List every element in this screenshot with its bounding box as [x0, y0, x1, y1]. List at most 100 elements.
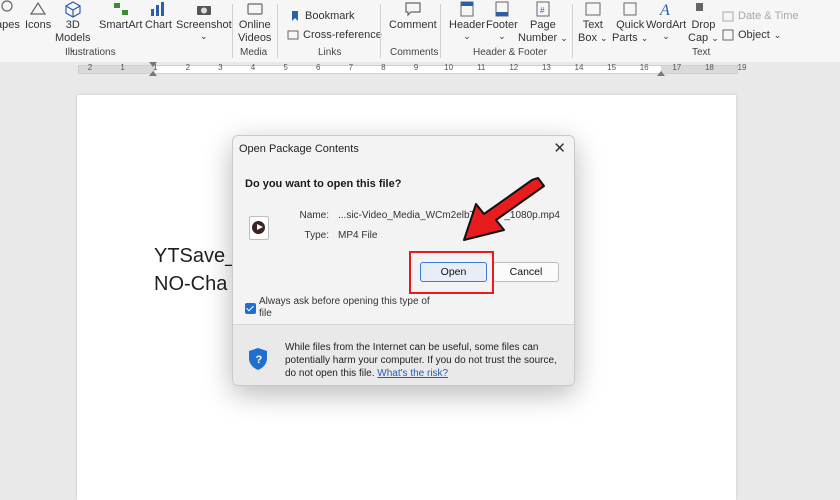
camera-icon	[194, 0, 214, 18]
chevron-down-icon: ⌄	[560, 33, 568, 43]
cancel-button[interactable]: Cancel	[493, 262, 559, 282]
icons-icon	[28, 0, 48, 18]
shield-icon: ?	[249, 348, 267, 370]
footer-button[interactable]: Footer ⌄	[486, 0, 518, 41]
ruler-number: 2	[87, 63, 93, 72]
svg-text:A: A	[659, 2, 670, 18]
calendar-icon	[722, 10, 734, 22]
chevron-down-icon: ⌄	[662, 31, 670, 41]
svg-text:?: ?	[256, 354, 263, 366]
ruler-number: 17	[672, 63, 682, 72]
security-warning-text: While files from the Internet can be use…	[285, 342, 557, 379]
text-box-icon	[583, 0, 603, 18]
dialog-title: Open Package Contents	[239, 143, 359, 155]
comment-icon	[403, 0, 423, 18]
page-number-icon: #	[533, 0, 553, 18]
play-icon	[252, 221, 265, 234]
bookmark-button[interactable]: Bookmark	[289, 10, 355, 22]
chevron-down-icon: ⌄	[773, 29, 782, 40]
group-separator	[380, 4, 381, 58]
object-icon	[722, 29, 734, 41]
smartart-icon	[111, 0, 131, 18]
video-icon	[245, 0, 265, 18]
always-ask-checkbox[interactable]	[245, 303, 256, 314]
ruler-number: 7	[348, 63, 354, 72]
ruler-number: 5	[283, 63, 288, 72]
icons-button[interactable]: Icons	[25, 0, 51, 32]
video-file-icon	[249, 216, 269, 240]
right-indent-marker[interactable]	[657, 71, 665, 76]
chevron-down-icon: ⌄	[600, 33, 608, 43]
chevron-down-icon: ⌄	[711, 33, 719, 43]
ruler-number: 10	[444, 63, 454, 72]
wordart-button[interactable]: A WordArt ⌄	[646, 0, 686, 41]
red-arrow-annotation	[463, 177, 545, 241]
insert-ribbon: apes Icons 3D Models ⌄ SmartArt Chart	[0, 0, 840, 63]
group-separator	[232, 4, 233, 58]
always-ask-label: Always ask before opening this type of f…	[259, 296, 430, 318]
media-group-label: Media	[240, 47, 268, 58]
svg-text:#: #	[540, 6, 545, 15]
comment-button[interactable]: Comment	[389, 0, 437, 32]
text-group-label: Text	[692, 47, 711, 58]
ruler-number: 15	[607, 63, 617, 72]
chart-icon	[148, 0, 168, 18]
open-package-contents-dialog: Open Package Contents ✕ Do you want to o…	[232, 135, 575, 386]
footer-icon	[492, 0, 512, 18]
cross-reference-button[interactable]: Cross-reference	[287, 29, 382, 41]
comments-group-label: Comments	[390, 47, 439, 58]
chevron-down-icon: ⌄	[200, 31, 208, 41]
security-warning-footer: ? While files from the Internet can be u…	[233, 324, 574, 385]
hanging-indent-marker[interactable]	[149, 71, 157, 76]
links-group-label: Links	[318, 47, 342, 58]
ruler-number: 18	[704, 63, 714, 72]
text-box-button[interactable]: Text Box ⌄	[578, 0, 608, 45]
left-indent-marker[interactable]	[149, 62, 157, 67]
document-text-line-2: NO-Cha	[154, 273, 228, 295]
ruler-number: 6	[315, 63, 321, 72]
group-separator	[277, 4, 278, 58]
name-key: Name:	[299, 210, 329, 221]
cross-reference-icon	[287, 29, 299, 41]
3d-models-button[interactable]: 3D Models ⌄	[55, 0, 90, 54]
screenshot-button[interactable]: Screenshot ⌄	[176, 0, 232, 41]
ruler-number: 14	[574, 63, 584, 72]
online-videos-button[interactable]: Online Videos	[238, 0, 271, 45]
smartart-button[interactable]: SmartArt	[99, 0, 142, 32]
ruler-number: 9	[413, 63, 419, 72]
header-icon	[457, 0, 477, 18]
file-type-value: MP4 File	[338, 230, 378, 241]
illustrations-group-label: Illustrations	[65, 47, 116, 58]
object-button[interactable]: Object ⌄	[722, 29, 781, 41]
shapes-button[interactable]: apes	[0, 0, 20, 32]
quick-parts-button[interactable]: Quick Parts ⌄	[612, 0, 648, 45]
header-button[interactable]: Header ⌄	[449, 0, 485, 41]
whats-the-risk-link[interactable]: What's the risk?	[377, 368, 448, 379]
drop-cap-button[interactable]: Drop Cap ⌄	[688, 0, 719, 45]
date-time-button[interactable]: Date & Time	[722, 10, 799, 22]
ruler-number: 4	[250, 63, 256, 72]
close-icon[interactable]: ✕	[553, 139, 566, 157]
drop-cap-icon	[693, 0, 713, 18]
ruler-number: 2	[185, 63, 191, 72]
header-footer-group-label: Header & Footer	[473, 47, 547, 58]
page-number-button[interactable]: # Page Number ⌄	[518, 0, 568, 45]
chevron-down-icon: ⌄	[463, 31, 471, 41]
group-separator	[572, 4, 573, 58]
ruler-number: 16	[639, 63, 649, 72]
quick-parts-icon	[620, 0, 640, 18]
dialog-question: Do you want to open this file?	[245, 178, 402, 190]
document-text-line-1: YTSave_	[154, 245, 237, 267]
ruler-number: 1	[120, 63, 125, 72]
ruler-number: 19	[737, 63, 747, 72]
group-separator	[440, 4, 441, 58]
ruler-number: 8	[381, 63, 386, 72]
wordart-icon: A	[656, 0, 676, 19]
type-key: Type:	[304, 230, 329, 241]
chevron-down-icon: ⌄	[498, 31, 506, 41]
shapes-icon	[0, 0, 18, 18]
highlight-box	[409, 251, 494, 294]
bookmark-icon	[289, 10, 301, 22]
chart-button[interactable]: Chart	[145, 0, 172, 32]
ruler-number: 12	[509, 63, 519, 72]
